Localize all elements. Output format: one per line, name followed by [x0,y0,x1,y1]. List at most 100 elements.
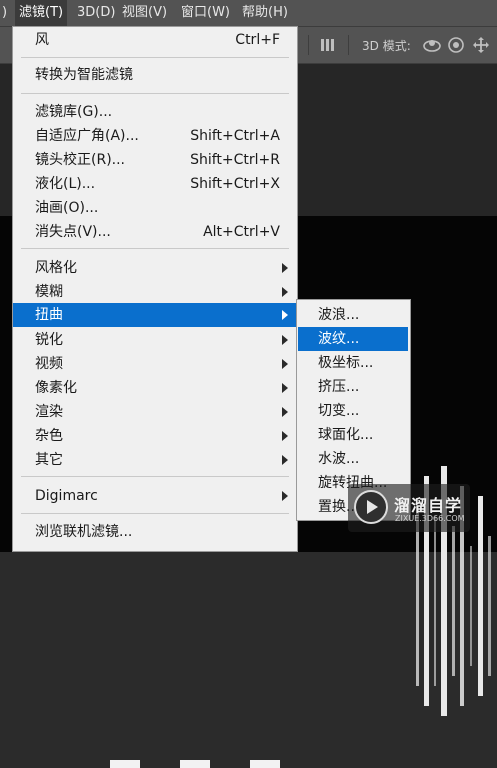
menu-item-label: 其它 [35,452,63,468]
menu-item-label: 滤镜库(G)... [35,104,113,120]
menu-separator [21,476,289,477]
menu-item-label: 转换为智能滤镜 [35,67,133,83]
submenu-item-label: 波浪... [318,307,360,323]
menu-window[interactable]: 窗口(W) [181,0,230,26]
menu-item-label: 油画(O)... [35,200,99,216]
menu-item-shortcut: Shift+Ctrl+A [190,128,280,144]
submenu-arrow-icon [282,335,288,345]
watermark-url: ZIXUE.3D66.COM [395,514,465,523]
menu-3d[interactable]: 3D(D) [77,0,115,26]
menu-item-video[interactable]: 视频 [13,352,297,376]
menu-item-adaptive-wide-angle[interactable]: 自适应广角(A)... Shift+Ctrl+A [13,124,297,148]
menu-item-label: 像素化 [35,380,77,396]
options-divider [348,35,349,55]
menu-separator [21,93,289,94]
submenu-item-label: 球面化... [318,427,374,443]
3d-mode-label: 3D 模式: [362,39,411,53]
canvas-streak [470,546,472,666]
menu-item-pixelate[interactable]: 像素化 [13,376,297,400]
menu-item-label: Digimarc [35,488,98,504]
menu-item-wind[interactable]: 风 Ctrl+F [13,28,297,52]
menu-item-label: 风 [35,32,49,48]
menu-item-label: 视频 [35,356,63,372]
submenu-item-ripple[interactable]: 波纹... [298,327,408,351]
menu-filter[interactable]: 滤镜(T) [15,0,68,26]
3d-roll-icon[interactable] [447,36,465,54]
menu-item-label: 自适应广角(A)... [35,128,139,144]
menu-item-label: 杂色 [35,428,63,444]
canvas-streak [416,506,419,686]
menu-separator [21,513,289,514]
submenu-arrow-icon [282,287,288,297]
menu-item-browse-online-filters[interactable]: 浏览联机滤镜... [13,520,297,544]
submenu-arrow-icon [282,359,288,369]
menu-item-render[interactable]: 渲染 [13,400,297,424]
menu-item-label: 模糊 [35,284,63,300]
submenu-arrow-icon [282,263,288,273]
menu-separator [21,57,289,58]
menu-item-shortcut: Shift+Ctrl+X [190,176,280,192]
menu-item-blur[interactable]: 模糊 [13,280,297,304]
menu-help[interactable]: 帮助(H) [242,0,288,26]
canvas-streak [452,526,455,676]
3d-orbit-icon[interactable] [422,36,441,54]
menu-item-label: 浏览联机滤镜... [35,524,133,540]
menu-bar-item-clipped[interactable]: ) [2,0,7,26]
submenu-item-label: 波纹... [318,331,360,347]
submenu-item-label: 切变... [318,403,360,419]
menu-item-shortcut: Alt+Ctrl+V [203,224,280,240]
filter-menu: 风 Ctrl+F 转换为智能滤镜 滤镜库(G)... 自适应广角(A)... S… [12,26,298,552]
submenu-item-label: 挤压... [318,379,360,395]
menu-item-stylize[interactable]: 风格化 [13,256,297,280]
menu-item-label: 消失点(V)... [35,224,111,240]
submenu-arrow-icon [282,455,288,465]
menu-view[interactable]: 视图(V) [122,0,167,26]
menu-item-label: 扭曲 [35,307,63,323]
menu-item-shortcut: Ctrl+F [235,32,280,48]
submenu-item-polar-coordinates[interactable]: 极坐标... [297,351,410,375]
watermark: 溜溜自学 ZIXUE.3D66.COM [348,484,470,532]
menu-item-label: 镜头校正(R)... [35,152,126,168]
menu-item-lens-correction[interactable]: 镜头校正(R)... Shift+Ctrl+R [13,148,297,172]
submenu-arrow-icon [282,407,288,417]
canvas-bar [250,760,280,768]
canvas-bar [110,760,140,768]
menu-item-sharpen[interactable]: 锐化 [13,328,297,352]
menu-item-digimarc[interactable]: Digimarc [13,484,297,508]
menu-item-other[interactable]: 其它 [13,448,297,472]
3d-pan-icon[interactable] [472,36,490,54]
options-divider [308,35,309,55]
submenu-arrow-icon [282,491,288,501]
menu-item-liquify[interactable]: 液化(L)... Shift+Ctrl+X [13,172,297,196]
watermark-logo-icon [354,490,388,524]
menu-item-label: 锐化 [35,332,63,348]
submenu-arrow-icon [282,310,288,320]
menu-item-oil-paint[interactable]: 油画(O)... [13,196,297,220]
submenu-arrow-icon [282,383,288,393]
submenu-item-wave[interactable]: 波浪... [297,303,410,327]
submenu-item-label: 水波... [318,451,360,467]
canvas-streak [478,496,483,696]
canvas-streak [488,536,491,676]
menu-item-vanishing-point[interactable]: 消失点(V)... Alt+Ctrl+V [13,220,297,244]
canvas-streak [434,516,436,686]
menu-item-label: 液化(L)... [35,176,96,192]
submenu-item-spherize[interactable]: 球面化... [297,423,410,447]
menu-item-convert-smart-filter[interactable]: 转换为智能滤镜 [13,63,297,87]
menu-item-shortcut: Shift+Ctrl+R [190,152,280,168]
align-distribute-icon[interactable] [318,36,336,54]
menu-item-distort[interactable]: 扭曲 [13,303,297,327]
canvas-bar [180,760,210,768]
submenu-item-shear[interactable]: 切变... [297,399,410,423]
submenu-arrow-icon [282,431,288,441]
menu-item-noise[interactable]: 杂色 [13,424,297,448]
submenu-item-pinch[interactable]: 挤压... [297,375,410,399]
menu-separator [21,248,289,249]
submenu-item-zigzag[interactable]: 水波... [297,447,410,471]
menu-item-filter-gallery[interactable]: 滤镜库(G)... [13,100,297,124]
watermark-name: 溜溜自学 [394,496,463,515]
menu-bar: ) 滤镜(T) 3D(D) 视图(V) 窗口(W) 帮助(H) [0,0,497,27]
menu-item-label: 渲染 [35,404,63,420]
menu-item-label: 风格化 [35,260,77,276]
submenu-item-label: 极坐标... [318,355,374,371]
